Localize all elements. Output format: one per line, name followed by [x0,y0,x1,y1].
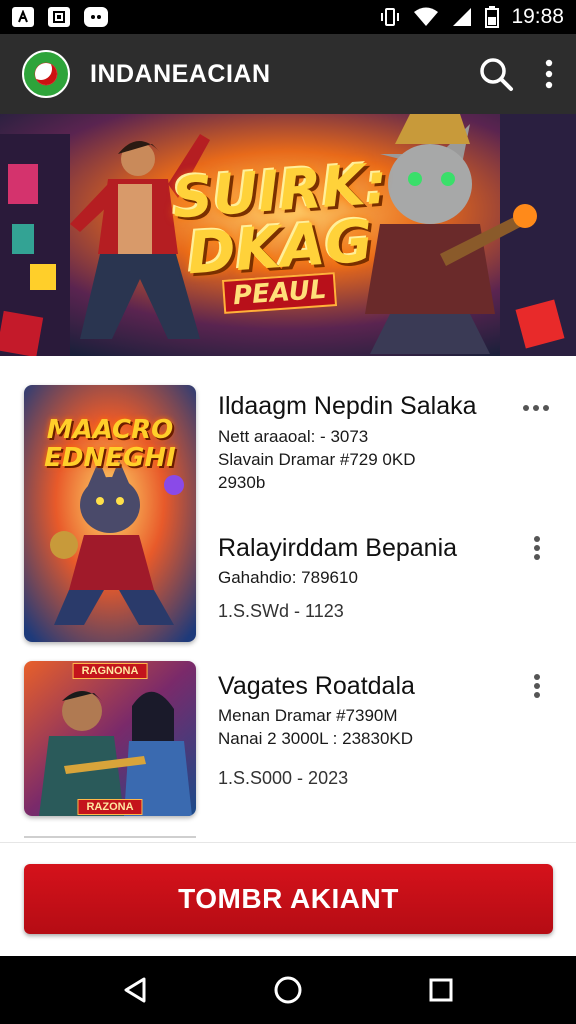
discord-icon [84,7,108,27]
recents-icon[interactable] [428,977,454,1003]
item-thumbnail[interactable]: RAGNONA RAZONA [24,661,196,816]
system-nav-bar [0,956,576,1024]
status-bar: 19:88 [0,0,576,34]
notification-a-icon [12,7,34,27]
hero-title-line2: DKAG [185,206,375,288]
more-horiz-icon[interactable] [522,404,550,412]
wifi-icon [414,7,439,26]
notification-b-icon [48,7,70,27]
hero-title: SUIRK: DKAG PEAUL [150,152,410,314]
item-detail: Nanai 2 3000L : 23830KD [218,729,414,748]
battery-icon [485,6,500,28]
item-detail: Gahahdio: 789610 [218,568,358,587]
item-detail: Nett araaoal: - 3073 [218,427,369,446]
list-divider [24,836,196,838]
footer: TOMBR AKIANT [0,842,576,956]
vibrate-icon [381,8,400,26]
item-title[interactable]: Vagates Roatdala [218,672,415,701]
app-logo-icon[interactable] [22,50,70,98]
item-detail: 2930b [218,473,266,492]
thumb-title-2: EDNEGHI [44,443,176,473]
app-title: INDANEACIAN [90,59,271,88]
item-detail: Menan Dramar #7390M [218,706,398,725]
more-vert-icon[interactable] [533,673,541,699]
signal-icon [453,8,472,26]
thumb-title-1: MAACRO [46,415,174,445]
status-time: 19:88 [511,5,564,28]
search-icon[interactable] [478,56,514,92]
thumb-badge: RAGNONA [72,663,148,679]
more-vert-icon[interactable] [533,535,541,561]
item-thumbnail[interactable]: MAACRO EDNEGHI [24,385,196,642]
thumb-badge-bottom: RAZONA [77,799,143,815]
hero-banner[interactable]: SUIRK: DKAG PEAUL [0,114,576,356]
app-bar: INDANEACIAN [0,34,576,114]
item-detail: 1.S.SWd - 1123 [218,601,344,621]
more-vert-icon[interactable] [544,59,554,89]
item-detail: 1.S.S000 - 2023 [218,768,349,788]
primary-action-button[interactable]: TOMBR AKIANT [24,864,553,934]
item-detail: Slavain Dramar #729 0KD [218,450,416,469]
home-icon[interactable] [273,975,303,1005]
hero-subtitle: PEAUL [222,272,338,314]
back-icon[interactable] [122,976,148,1004]
item-title[interactable]: Ildaagm Nepdin Salaka [218,392,477,421]
item-title[interactable]: Ralayirddam Bepania [218,534,457,563]
